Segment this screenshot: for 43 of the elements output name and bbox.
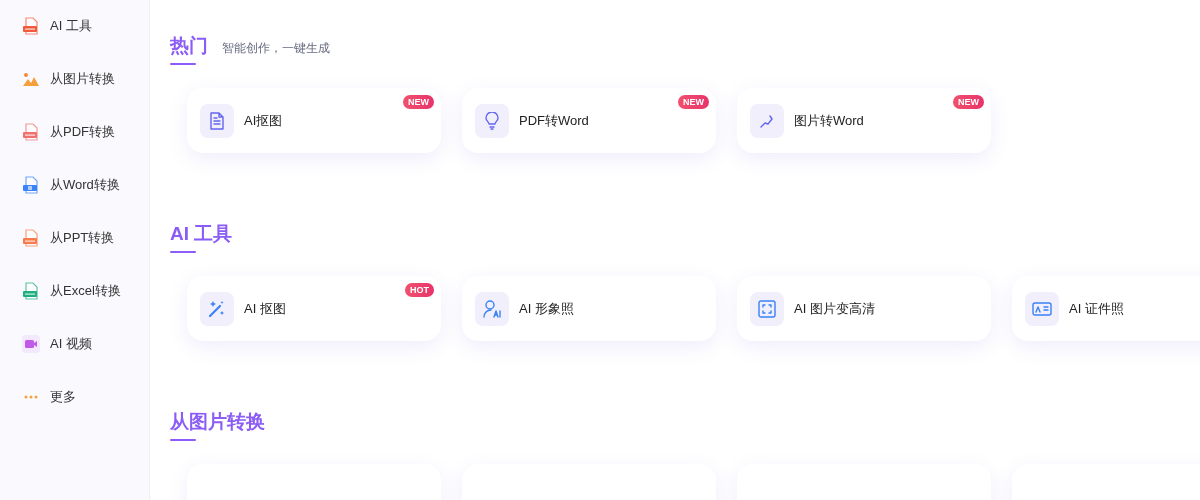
sidebar-item[interactable]: AI 工具: [22, 17, 149, 35]
card-label: AI 形象照: [519, 299, 574, 318]
card-label: AI 抠图: [244, 299, 286, 318]
tool-card[interactable]: AI抠图 NEW: [187, 88, 441, 153]
section-title: AI 工具: [170, 222, 233, 246]
card-label: AI 图片变高清: [794, 299, 875, 318]
sidebar-item[interactable]: 从PPT转换: [22, 229, 149, 247]
card-label: AI 证件照: [1069, 299, 1124, 318]
sidebar-item[interactable]: 从图片转换: [22, 70, 149, 88]
card-label: PDF转Word: [519, 111, 589, 130]
sidebar-item[interactable]: 从Excel转换: [22, 282, 149, 300]
tool-card[interactable]: 图片转Word NEW: [737, 88, 991, 153]
file-icon: [22, 282, 40, 300]
person-icon: [482, 298, 502, 319]
section-title: 热门: [170, 34, 208, 58]
file-icon: [22, 229, 40, 247]
tool-card[interactable]: AI 形象照: [462, 276, 716, 341]
card-label: 图片转Word: [794, 111, 864, 130]
video-icon: [22, 335, 40, 353]
badge: NEW: [678, 95, 709, 109]
sidebar-item[interactable]: 从Word转换: [22, 176, 149, 194]
enhance-frame-icon: [758, 299, 776, 318]
tool-card[interactable]: AI 抠图 HOT: [187, 276, 441, 341]
sidebar-item[interactable]: 更多: [22, 388, 149, 406]
lightbulb-icon: [485, 111, 499, 130]
badge: HOT: [405, 283, 434, 297]
card-label: AI抠图: [244, 111, 283, 130]
tool-card[interactable]: AI 图片变高清: [737, 276, 991, 341]
more-icon: [24, 395, 38, 399]
mountain-icon: [22, 71, 40, 87]
section-title: 从图片转换: [170, 410, 265, 434]
sidebar-item[interactable]: AI 视频: [22, 335, 149, 353]
sidebar-item[interactable]: 从PDF转换: [22, 123, 149, 141]
file-icon: [22, 176, 40, 194]
badge: NEW: [953, 95, 984, 109]
file-icon: [22, 17, 40, 35]
file-icon: [22, 123, 40, 141]
id-card-icon: [1032, 300, 1052, 317]
section-subtitle: 智能创作，一键生成: [222, 40, 330, 57]
badge: NEW: [403, 95, 434, 109]
tool-card[interactable]: PDF转Word NEW: [462, 88, 716, 153]
document-icon: [209, 111, 225, 130]
tool-card[interactable]: AI 证件照: [1012, 276, 1200, 341]
